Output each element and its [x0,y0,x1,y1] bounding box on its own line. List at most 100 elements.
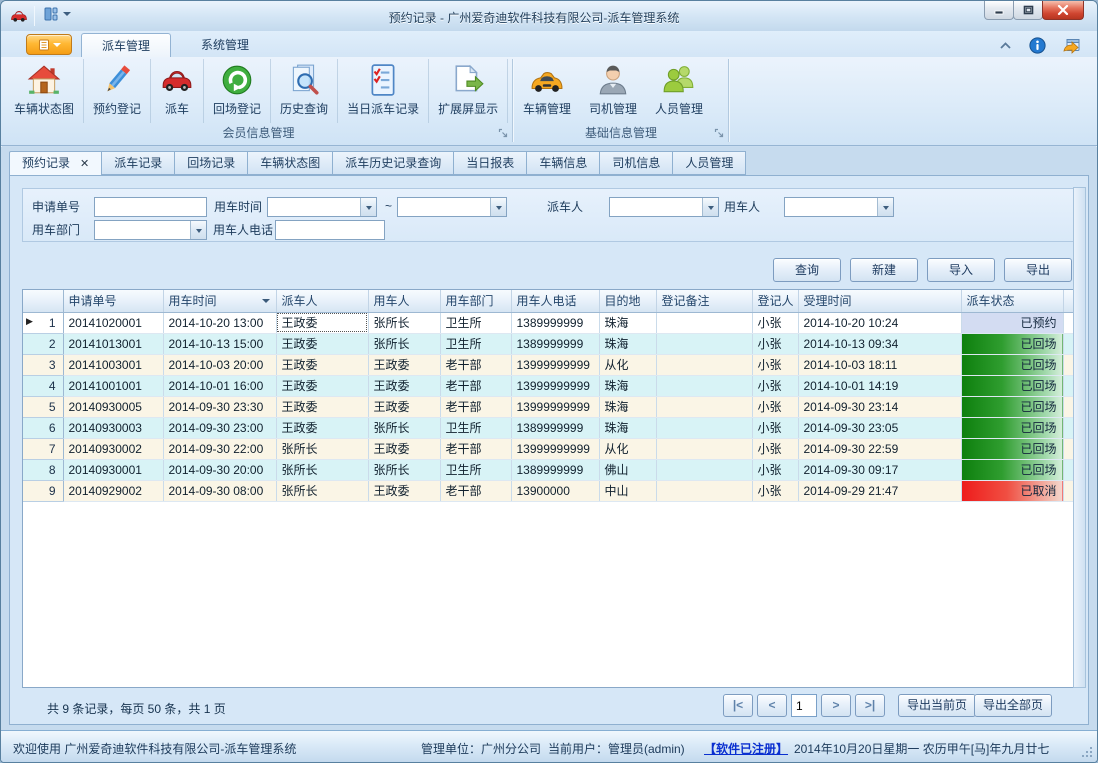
first-page-button[interactable]: |< [723,694,753,717]
column-header[interactable]: 登记人 [752,290,798,312]
dispatcher-combo[interactable] [609,197,719,217]
cell-registrar[interactable]: 小张 [752,396,798,417]
cell-destination[interactable]: 珠海 [599,417,656,438]
license-link[interactable]: 【软件已注册】 [704,740,788,757]
page-number-input[interactable] [791,694,817,717]
cell-status[interactable]: 已预约 [961,312,1063,333]
doc-tab-item[interactable]: 派车历史记录查询 [333,151,454,175]
collapse-ribbon-icon[interactable] [999,41,1012,50]
cell-user[interactable]: 王政委 [368,396,440,417]
cell-dept[interactable]: 老干部 [440,396,511,417]
cell-order_no[interactable]: 20140930003 [63,417,163,438]
cell-use_time[interactable]: 2014-10-03 20:00 [163,354,276,375]
create-button[interactable]: 新建 [850,258,918,282]
cell-status[interactable]: 已回场 [961,354,1063,375]
cell-dept[interactable]: 老干部 [440,438,511,459]
ribbon-button-driver[interactable]: 司机管理 [580,59,646,123]
cell-order_no[interactable]: 20141001001 [63,375,163,396]
cell-destination[interactable]: 珠海 [599,375,656,396]
cell-order_no[interactable]: 20140930001 [63,459,163,480]
doc-tab-item[interactable]: 司机信息 [600,151,673,175]
cell-phone[interactable]: 13999999999 [511,354,599,375]
cell-status[interactable]: 已回场 [961,333,1063,354]
cell-order_no[interactable]: 20140929002 [63,480,163,501]
cell-remark[interactable] [656,396,752,417]
doc-tab-item[interactable]: 车辆信息 [527,151,600,175]
cell-phone[interactable]: 1389999999 [511,312,599,333]
ribbon-button-people[interactable]: 人员管理 [646,59,712,123]
cell-use_time[interactable]: 2014-09-30 20:00 [163,459,276,480]
cell-order_no[interactable]: 20141020001 [63,312,163,333]
cell-status[interactable]: 已取消 [961,480,1063,501]
row-header-cell[interactable]: ▶1 [23,312,63,333]
cell-accept_time[interactable]: 2014-10-01 14:19 [798,375,961,396]
cell-destination[interactable]: 中山 [599,480,656,501]
doc-tab-item[interactable]: 当日报表 [454,151,527,175]
cell-phone[interactable]: 1389999999 [511,417,599,438]
cell-registrar[interactable]: 小张 [752,333,798,354]
use-time-to-combo[interactable] [397,197,507,217]
cell-dispatcher[interactable]: 王政委 [276,375,368,396]
vertical-scrollbar[interactable] [1073,187,1086,688]
ribbon-button-page-arrow[interactable]: 扩展屏显示 [429,59,508,123]
table-row[interactable]: ▶1201410200012014-10-20 13:00王政委张所长卫生所13… [23,312,1075,333]
cell-use_time[interactable]: 2014-09-30 22:00 [163,438,276,459]
doc-tab-item[interactable]: 车辆状态图 [248,151,333,175]
resize-grip-icon[interactable] [1081,746,1093,758]
table-row[interactable]: 6201409300032014-09-30 23:00王政委张所长卫生所138… [23,417,1075,438]
next-page-button[interactable]: > [821,694,851,717]
cell-dispatcher[interactable]: 王政委 [276,354,368,375]
cell-remark[interactable] [656,459,752,480]
cell-registrar[interactable]: 小张 [752,459,798,480]
column-header[interactable]: 用车人 [368,290,440,312]
dept-combo[interactable] [94,220,207,240]
ribbon-button-doc-search[interactable]: 历史查询 [271,59,338,123]
cell-accept_time[interactable]: 2014-09-30 23:05 [798,417,961,438]
cell-status[interactable]: 已回场 [961,396,1063,417]
cell-accept_time[interactable]: 2014-09-30 09:17 [798,459,961,480]
table-row[interactable]: 9201409290022014-09-30 08:00张所长王政委老干部139… [23,480,1075,501]
cell-dept[interactable]: 卫生所 [440,312,511,333]
cell-accept_time[interactable]: 2014-09-30 23:14 [798,396,961,417]
order-no-input[interactable] [94,197,207,217]
cell-status[interactable]: 已回场 [961,375,1063,396]
cell-registrar[interactable]: 小张 [752,480,798,501]
column-header[interactable]: 受理时间 [798,290,961,312]
cell-destination[interactable]: 珠海 [599,312,656,333]
cell-registrar[interactable]: 小张 [752,438,798,459]
combo-arrow-icon[interactable] [877,198,893,216]
about-info-icon[interactable] [1029,37,1046,54]
prev-page-button[interactable]: < [757,694,787,717]
cell-phone[interactable]: 1389999999 [511,333,599,354]
cell-phone[interactable]: 1389999999 [511,459,599,480]
cell-remark[interactable] [656,375,752,396]
cell-use_time[interactable]: 2014-10-13 15:00 [163,333,276,354]
cell-registrar[interactable]: 小张 [752,312,798,333]
cell-dispatcher[interactable]: 张所长 [276,438,368,459]
cell-destination[interactable]: 珠海 [599,396,656,417]
export-all-pages-button[interactable]: 导出全部页 [974,694,1052,717]
ribbon-tab-dispatch[interactable]: 派车管理 [81,33,171,57]
cell-user[interactable]: 王政委 [368,438,440,459]
combo-arrow-icon[interactable] [702,198,718,216]
cell-order_no[interactable]: 20141003001 [63,354,163,375]
column-header[interactable]: 登记备注 [656,290,752,312]
table-row[interactable]: 8201409300012014-09-30 20:00张所长张所长卫生所138… [23,459,1075,480]
cell-use_time[interactable]: 2014-09-30 23:30 [163,396,276,417]
ribbon-button-car-orange[interactable]: 车辆管理 [514,59,580,123]
dropdown-caret-icon[interactable] [63,12,71,20]
doc-tab-active[interactable]: 预约记录✕ [9,151,102,176]
export-button[interactable]: 导出 [1004,258,1072,282]
cell-accept_time[interactable]: 2014-10-03 18:11 [798,354,961,375]
cell-phone[interactable]: 13999999999 [511,438,599,459]
table-row[interactable]: 7201409300022014-09-30 22:00张所长王政委老干部139… [23,438,1075,459]
combo-arrow-icon[interactable] [490,198,506,216]
cell-dept[interactable]: 卫生所 [440,459,511,480]
cell-user[interactable]: 张所长 [368,459,440,480]
column-header[interactable]: 用车时间 [163,290,276,312]
cell-user[interactable]: 王政委 [368,375,440,396]
row-header-cell[interactable]: 6 [23,417,63,438]
cell-status[interactable]: 已回场 [961,438,1063,459]
cell-phone[interactable]: 13900000 [511,480,599,501]
cell-user[interactable]: 张所长 [368,333,440,354]
